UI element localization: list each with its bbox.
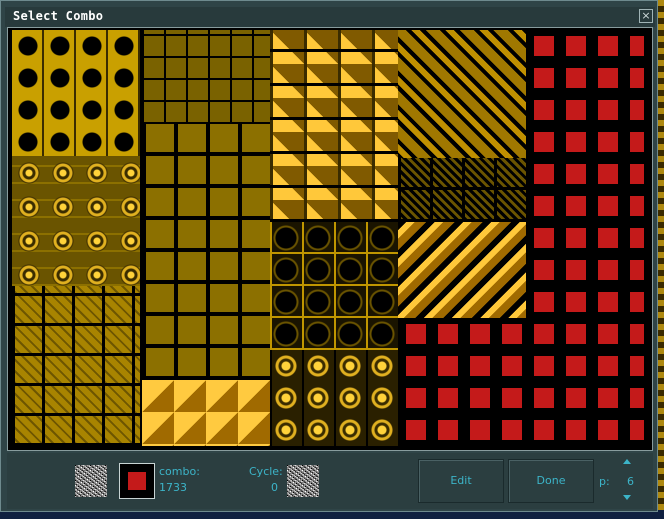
red-square-cell [598, 36, 618, 56]
combo-tile-orange-maze[interactable] [270, 30, 398, 222]
red-square-cell [598, 260, 618, 280]
red-square-cell [534, 68, 554, 88]
close-button[interactable]: × [639, 9, 653, 23]
red-square-cell [534, 260, 554, 280]
combo-tile-square-maze[interactable] [12, 286, 140, 446]
combo-tile-knobs[interactable] [12, 156, 140, 286]
done-button[interactable]: Done [508, 459, 594, 503]
red-square-cell [406, 388, 426, 408]
combo-label: combo: [159, 465, 200, 478]
page-label: p: [599, 475, 610, 488]
combo-tile-red-squares-lower[interactable] [398, 318, 526, 446]
red-square-cell [566, 324, 586, 344]
combo-info-panel: combo: 1733 Cycle: 0 Edit Done p: 6 [7, 453, 653, 509]
red-square-cell [534, 356, 554, 376]
red-square-cell [598, 420, 618, 440]
red-square-cell [534, 36, 554, 56]
red-square-cell [566, 292, 586, 312]
dialog-title: Select Combo [13, 9, 104, 23]
red-square-cell [534, 196, 554, 216]
select-combo-dialog: Select Combo × combo: 1733 Cycle: 0 Edit… [0, 0, 658, 512]
combo-grid[interactable] [7, 27, 653, 451]
red-square-cell [598, 164, 618, 184]
red-square-cell [534, 228, 554, 248]
red-square-cell [438, 324, 458, 344]
red-square-cell [566, 164, 586, 184]
red-square-cell [438, 388, 458, 408]
red-square-cell [534, 100, 554, 120]
combo-tile-diamonds[interactable] [12, 30, 140, 156]
red-square-cell [502, 356, 522, 376]
red-square-cell [598, 196, 618, 216]
combo-value: 1733 [159, 481, 187, 494]
red-square-cell [598, 356, 618, 376]
noise-preview-icon [75, 465, 107, 497]
red-square-cell [406, 356, 426, 376]
red-square-cell [534, 388, 554, 408]
red-square-cell [534, 164, 554, 184]
cycle-label: Cycle: [249, 465, 283, 478]
red-square-cell [534, 324, 554, 344]
red-square-cell [470, 420, 490, 440]
grid-edge [644, 28, 652, 450]
combo-tile-zigzag[interactable] [398, 222, 526, 318]
red-square-cell [566, 420, 586, 440]
red-square-cell [598, 292, 618, 312]
arrow-up-icon[interactable] [623, 459, 631, 464]
arrow-down-icon[interactable] [623, 495, 631, 500]
red-square-cell [598, 132, 618, 152]
red-square-cell [470, 324, 490, 344]
cycle-value: 0 [271, 481, 278, 494]
red-square-cell [598, 100, 618, 120]
red-square-cell [566, 260, 586, 280]
red-square-cell [598, 228, 618, 248]
red-square-cell [566, 68, 586, 88]
red-square-cell [534, 420, 554, 440]
red-square-cell [598, 388, 618, 408]
red-square-cell [598, 68, 618, 88]
red-square-cell [470, 356, 490, 376]
red-square-cell [566, 388, 586, 408]
combo-tile-red-squares[interactable] [526, 30, 650, 446]
red-square-cell [406, 420, 426, 440]
selected-combo-preview [119, 463, 155, 499]
close-icon: × [641, 9, 651, 22]
red-square-cell [534, 132, 554, 152]
red-square-cell [566, 228, 586, 248]
title-bar[interactable]: Select Combo × [5, 7, 655, 27]
combo-tile-gold-knobs[interactable] [270, 350, 398, 446]
edit-button[interactable]: Edit [418, 459, 504, 503]
red-square-cell [502, 324, 522, 344]
red-square-cell [438, 420, 458, 440]
combo-tile-dark-circles[interactable] [270, 222, 398, 350]
combo-tile-hatch[interactable] [398, 158, 526, 222]
noise-preview-icon [287, 465, 319, 497]
red-square-cell [438, 356, 458, 376]
red-square-cell [566, 100, 586, 120]
red-square-cell [598, 324, 618, 344]
combo-tile-small-squares[interactable] [142, 30, 270, 124]
red-square-cell [566, 132, 586, 152]
red-square-cell [406, 324, 426, 344]
combo-tile-triangles[interactable] [142, 380, 270, 446]
page-value: 6 [627, 475, 634, 488]
red-square-cell [502, 420, 522, 440]
red-square-cell [566, 36, 586, 56]
red-square-cell [566, 196, 586, 216]
red-square-cell [534, 292, 554, 312]
combo-tile-olive-maze[interactable] [142, 124, 270, 380]
red-square-cell [566, 356, 586, 376]
selected-combo-swatch [128, 472, 146, 490]
combo-tile-pipes[interactable] [398, 30, 526, 158]
red-square-cell [502, 388, 522, 408]
red-square-cell [470, 388, 490, 408]
